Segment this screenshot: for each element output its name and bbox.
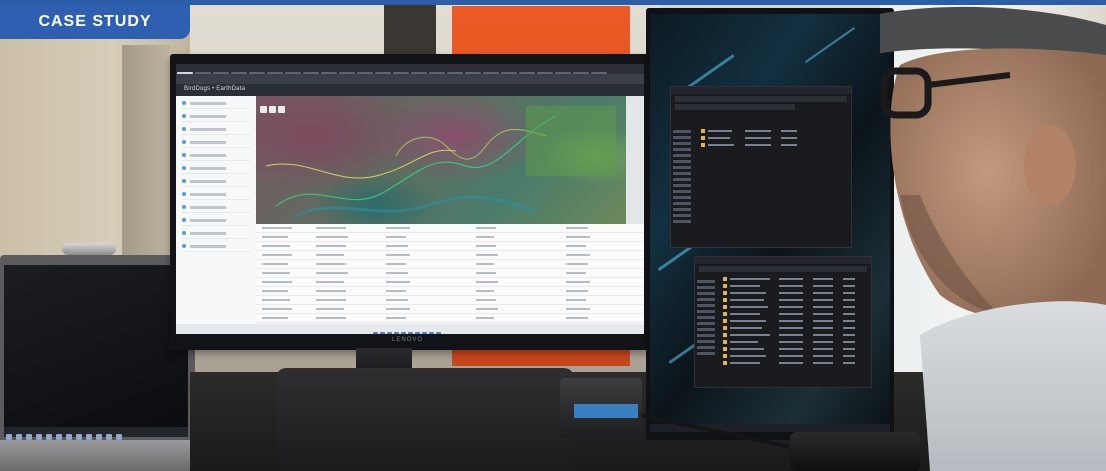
map-overlay — [265, 106, 616, 218]
app-logo: BirdDogs • EarthData — [184, 86, 246, 92]
laptop-taskbar — [4, 427, 188, 440]
black-case — [276, 368, 574, 471]
laptop-base — [0, 440, 215, 471]
vertical-monitor-screen — [650, 14, 890, 432]
explorer-nav-pane — [697, 277, 719, 358]
layers-icon[interactable] — [278, 106, 285, 113]
satellite-map — [256, 96, 626, 224]
door-handle — [62, 243, 116, 255]
zoom-in-icon[interactable] — [260, 106, 267, 113]
case-study-badge: CASE STUDY — [0, 5, 190, 39]
browser-tab-bar — [176, 64, 644, 77]
explorer-file-list — [723, 277, 867, 368]
monitor-brand: LENOVO — [392, 337, 424, 343]
file-explorer-window-1 — [670, 86, 852, 248]
map-side-panel — [626, 96, 644, 224]
map-tools — [260, 100, 287, 118]
explorer-address-bar — [675, 96, 847, 102]
app-header — [176, 84, 644, 96]
laptop — [0, 255, 195, 471]
laptop-screen — [4, 265, 188, 427]
main-monitor-screen: BirdDogs • EarthData — [176, 64, 644, 334]
photo-scene: BirdDogs • EarthData LENOVO CASE STUDY — [0, 0, 1106, 471]
attribute-table — [256, 224, 644, 324]
explorer-nav-pane — [673, 127, 695, 226]
explorer-file-list — [701, 129, 847, 150]
person-silhouette — [880, 6, 1106, 471]
zoom-out-icon[interactable] — [269, 106, 276, 113]
vertical-monitor — [646, 8, 894, 440]
case-study-label: CASE STUDY — [38, 13, 152, 30]
layer-sidebar — [176, 96, 257, 332]
explorer-titlebar — [671, 87, 851, 94]
windows-taskbar — [176, 324, 644, 334]
main-monitor: BirdDogs • EarthData LENOVO — [170, 54, 650, 350]
device-label — [574, 404, 638, 418]
person — [880, 5, 1106, 471]
file-explorer-window-2 — [694, 256, 872, 388]
explorer-address-bar — [699, 266, 867, 272]
explorer-titlebar — [695, 257, 871, 264]
browser-toolbar — [176, 74, 644, 84]
door-frame — [122, 45, 170, 265]
